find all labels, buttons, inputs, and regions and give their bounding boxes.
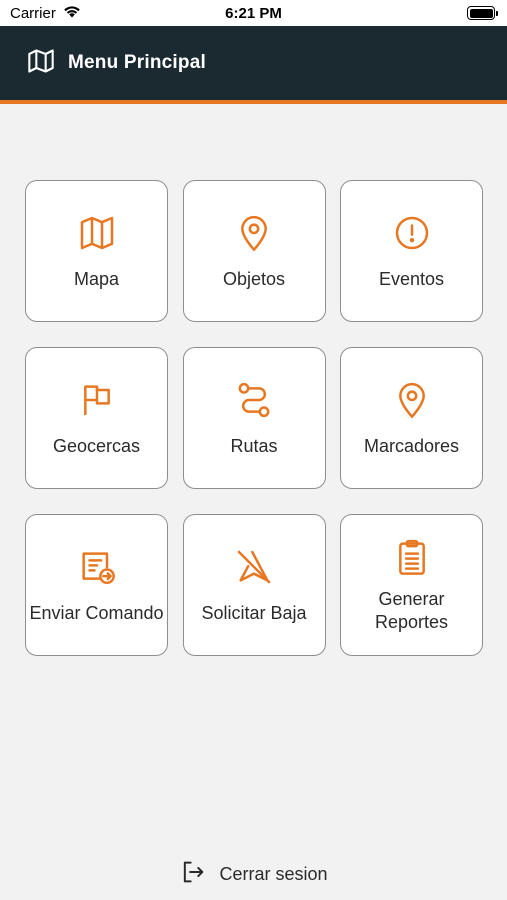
app-header: Menu Principal — [0, 26, 507, 104]
menu-tile-generar-reportes[interactable]: Generar Reportes — [340, 514, 483, 656]
menu-tile-eventos[interactable]: Eventos — [340, 180, 483, 322]
menu-tile-label: Objetos — [222, 268, 286, 289]
logout-icon — [179, 858, 207, 891]
navigation-off-icon — [233, 546, 275, 588]
send-command-icon — [76, 546, 118, 588]
menu-tile-label: Geocercas — [52, 435, 141, 456]
map-icon — [26, 47, 56, 80]
menu-tile-label: Eventos — [378, 268, 445, 289]
menu-grid: Mapa Objetos Eventos Geocercas Rutas Mar… — [25, 180, 483, 656]
wifi-icon — [63, 5, 81, 22]
menu-tile-label: Enviar Comando — [29, 602, 164, 623]
menu-tile-label: Generar Reportes — [374, 589, 449, 632]
map-icon — [76, 212, 118, 254]
flag-icon — [76, 379, 118, 421]
alert-circle-icon — [391, 212, 433, 254]
menu-tile-solicitar-baja[interactable]: Solicitar Baja — [182, 514, 326, 656]
location-pin-icon — [233, 212, 275, 254]
battery-icon — [467, 6, 498, 20]
carrier-label: Carrier — [10, 4, 56, 22]
status-left: Carrier — [10, 5, 81, 22]
route-icon — [233, 379, 275, 421]
menu-tile-objetos[interactable]: Objetos — [182, 180, 326, 322]
location-pin-icon — [391, 379, 433, 421]
menu-tile-label: Solicitar Baja — [201, 602, 307, 623]
menu-tile-rutas[interactable]: Rutas — [182, 347, 326, 489]
menu-tile-mapa[interactable]: Mapa — [25, 180, 168, 322]
menu-tile-label: Marcadores — [363, 435, 460, 456]
status-bar: Carrier 6:21 PM — [0, 0, 507, 26]
page-title: Menu Principal — [68, 52, 206, 73]
clipboard-icon — [391, 536, 433, 578]
menu-tile-marcadores[interactable]: Marcadores — [340, 347, 483, 489]
menu-tile-label: Rutas — [230, 435, 278, 456]
logout-button[interactable]: Cerrar sesion — [0, 858, 507, 891]
menu-tile-label: Mapa — [73, 268, 120, 289]
menu-tile-geocercas[interactable]: Geocercas — [25, 347, 168, 489]
menu-tile-enviar-comando[interactable]: Enviar Comando — [25, 514, 168, 656]
logout-label: Cerrar sesion — [219, 864, 328, 884]
